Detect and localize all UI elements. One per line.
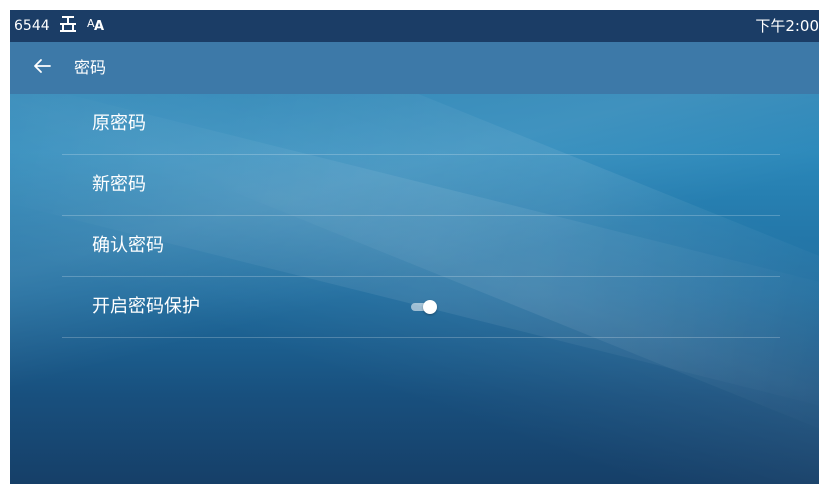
new-password-label: 新密码 [92, 174, 146, 195]
confirm-password-label: 确认密码 [92, 235, 164, 256]
password-protection-label: 开启密码保护 [92, 296, 200, 317]
toggle-knob [423, 300, 437, 314]
font-size-icon: A A [86, 15, 106, 37]
new-password-row[interactable]: 新密码 [62, 155, 780, 216]
old-password-label: 原密码 [92, 113, 146, 134]
confirm-password-row[interactable]: 确认密码 [62, 216, 780, 277]
back-arrow-icon [32, 58, 52, 78]
svg-text:A: A [94, 19, 104, 33]
page-title: 密码 [74, 58, 107, 77]
settings-list: 原密码 新密码 确认密码 开启密码保护 [62, 94, 780, 338]
network-icon [58, 15, 78, 37]
extension-number: 6544 [14, 18, 50, 34]
title-bar: 密码 [10, 42, 819, 94]
old-password-row[interactable]: 原密码 [62, 94, 780, 155]
status-time: 下午2:00 [755, 17, 819, 35]
status-left-group: 6544 A A [14, 10, 106, 42]
password-protection-row[interactable]: 开启密码保护 [62, 277, 780, 338]
phone-screen: 6544 A A 下午2:00 密码 原密码 新密码 确认密码 开启密码保护 [10, 10, 819, 484]
status-bar: 6544 A A 下午2:00 [10, 10, 819, 42]
password-protection-toggle[interactable] [411, 300, 437, 314]
back-button[interactable] [28, 54, 56, 82]
